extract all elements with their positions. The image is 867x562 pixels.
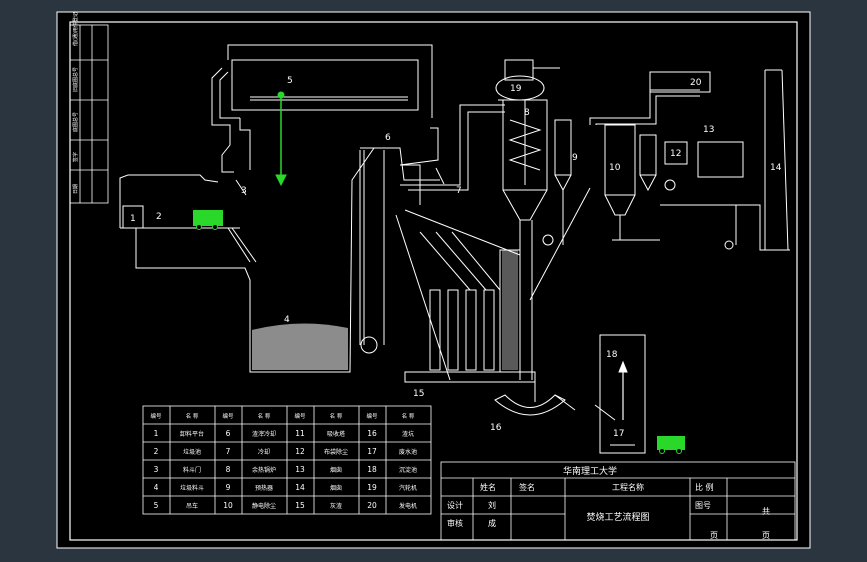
side-strip-label: 日期 <box>73 184 79 194</box>
drawing-title: 焚烧工艺流程图 <box>586 511 649 523</box>
sheet-total: 共 <box>762 507 770 516</box>
legend-header: 编号 <box>294 412 306 420</box>
label-7: 7 <box>456 186 462 196</box>
legend-cell-number: 4 <box>154 483 159 492</box>
legend-cell-name: 布袋除尘 <box>324 448 348 456</box>
label-9: 9 <box>572 153 578 163</box>
label-19: 19 <box>510 84 522 94</box>
scale-label: 比 例 <box>695 482 714 492</box>
label-2: 2 <box>156 212 162 222</box>
legend-cell-name: 渣坑 <box>402 430 414 438</box>
waste-fill <box>252 323 348 370</box>
label-14: 14 <box>770 163 782 173</box>
legend-cell-number: 9 <box>226 483 231 492</box>
reviewer-name: 成 <box>488 518 496 528</box>
sheet-unit: 页 <box>762 531 770 540</box>
label-4: 4 <box>284 315 290 325</box>
legend-header: 编号 <box>366 412 378 420</box>
legend-cell-name: 吊车 <box>186 502 198 510</box>
label-20: 20 <box>690 78 702 88</box>
legend-header: 编号 <box>222 412 234 420</box>
school-name: 华南理工大学 <box>563 465 617 477</box>
designer-label: 设计 <box>447 500 463 510</box>
legend-cell-name: 预热器 <box>255 484 273 492</box>
label-16: 16 <box>490 423 502 433</box>
legend-cell-name: 渣滓冷却 <box>252 430 276 438</box>
legend-cell-number: 19 <box>367 483 377 492</box>
legend-header: 编号 <box>150 412 162 420</box>
sign-header: 签名 <box>519 482 535 492</box>
legend-cell-name: 余热锅炉 <box>252 466 276 474</box>
legend-cell-name: 汽轮机 <box>399 484 417 492</box>
legend-cell-name: 吸收塔 <box>327 430 345 438</box>
legend-cell-name: 烟囱 <box>330 484 342 492</box>
label-6: 6 <box>385 133 391 143</box>
legend-cell-name: 灰渣 <box>330 502 342 510</box>
label-18: 18 <box>606 350 618 360</box>
designer-name: 刘 <box>488 500 496 510</box>
legend-header: 名 称 <box>330 412 343 420</box>
name-header: 姓名 <box>480 482 496 492</box>
legend-cell-number: 2 <box>154 447 159 456</box>
label-5: 5 <box>287 76 293 86</box>
legend-cell-number: 7 <box>226 447 231 456</box>
legend-cell-number: 1 <box>154 429 159 438</box>
legend-header: 名 称 <box>402 412 415 420</box>
legend-cell-number: 6 <box>226 429 231 438</box>
legend-cell-number: 10 <box>223 501 233 510</box>
label-17: 17 <box>613 429 624 439</box>
label-12: 12 <box>670 149 681 159</box>
label-10: 10 <box>609 163 621 173</box>
legend-cell-number: 3 <box>154 465 159 474</box>
legend-cell-name: 冷却 <box>258 448 270 456</box>
legend-cell-number: 5 <box>154 501 159 510</box>
legend-cell-number: 15 <box>295 501 305 510</box>
label-8: 8 <box>524 108 530 118</box>
legend-cell-name: 卸料平台 <box>180 430 204 438</box>
side-strip-label: 借(通)用件登记 <box>72 12 79 46</box>
drawing-no-label: 图号 <box>695 501 711 510</box>
legend-cell-name: 沉淀池 <box>399 466 417 474</box>
label-13: 13 <box>703 125 714 135</box>
legend-cell-name: 料斗门 <box>183 466 201 474</box>
side-strip-label: 旧底图总号 <box>72 67 79 92</box>
label-3: 3 <box>241 186 247 196</box>
legend-cell-name: 烟囱 <box>330 466 342 474</box>
legend-cell-name: 废水池 <box>399 448 417 456</box>
legend-cell-number: 12 <box>295 447 305 456</box>
reviewer-label: 审核 <box>447 518 463 528</box>
legend-cell-name: 静电除尘 <box>252 502 276 510</box>
legend-header: 名 称 <box>186 412 199 420</box>
legend-cell-number: 17 <box>367 447 377 456</box>
legend-cell-number: 8 <box>226 465 231 474</box>
label-1: 1 <box>130 214 136 224</box>
side-strip-label: 底图总号 <box>72 112 79 132</box>
legend-cell-name: 垃圾料斗 <box>180 484 204 492</box>
legend-cell-number: 14 <box>295 483 305 492</box>
side-strip-label: 签字 <box>72 152 79 162</box>
legend-cell-number: 11 <box>295 429 305 438</box>
legend-cell-name: 垃圾池 <box>183 448 201 456</box>
legend-cell-name: 发电机 <box>399 502 417 510</box>
label-15: 15 <box>413 389 424 399</box>
legend-cell-number: 18 <box>367 465 377 474</box>
cad-viewport: 借(通)用件登记 旧底图总号 底图总号 签字 日期 1 2 3 4 5 6 7 … <box>56 11 811 549</box>
legend-header: 名 称 <box>258 412 271 420</box>
legend-cell-number: 16 <box>367 429 377 438</box>
ash-fill <box>502 250 518 370</box>
legend-cell-number: 20 <box>367 501 377 510</box>
sheet-unit: 页 <box>710 531 718 540</box>
legend-cell-number: 13 <box>295 465 305 474</box>
project-label: 工程名称 <box>612 482 644 492</box>
